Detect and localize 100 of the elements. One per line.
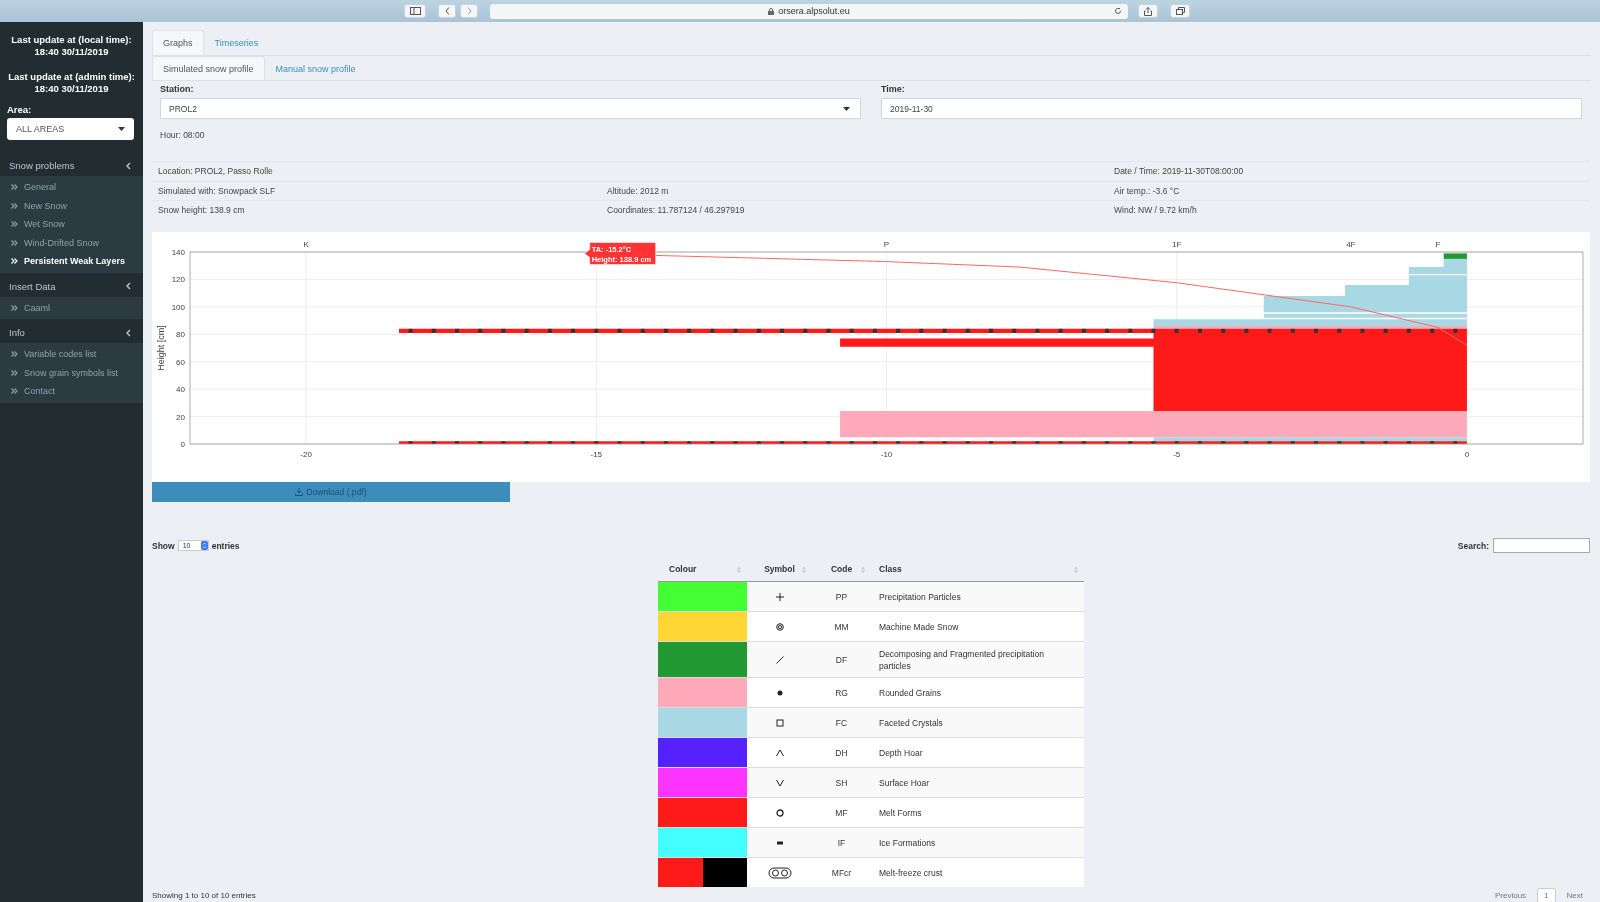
code-cell: MM <box>812 611 871 642</box>
info-text: Air temp.: -3.6 °C <box>1114 185 1181 196</box>
x-tick-label: -20 <box>300 449 312 459</box>
column-header[interactable]: Colour <box>658 557 747 582</box>
pagination-button[interactable]: Previous <box>1487 887 1534 902</box>
menu-item[interactable]: New Snow <box>0 196 143 215</box>
y-tick-label: 20 <box>176 412 185 422</box>
update-time: 18:40 30/11/2019 <box>34 83 109 95</box>
y-axis-title: Height [cm] <box>156 324 166 371</box>
hardness-label: F <box>1435 239 1441 249</box>
menu-section[interactable]: Info <box>0 322 143 343</box>
tooltip-background <box>584 241 656 265</box>
pagination-button[interactable]: 1 <box>1537 887 1556 902</box>
pagination-button[interactable]: Next <box>1559 887 1590 902</box>
class-cell: Machine Made Snow <box>871 611 1084 642</box>
area-select[interactable]: ALL AREAS <box>7 118 134 140</box>
hardness-label: K <box>303 239 309 249</box>
menu-item[interactable]: General <box>0 178 143 197</box>
y-tick-label: 120 <box>171 274 185 284</box>
tabs-button[interactable] <box>1170 4 1190 18</box>
double-chevron-icon <box>11 239 18 246</box>
code-cell: FC <box>812 707 871 738</box>
square-icon <box>774 717 785 728</box>
menu-item[interactable]: Contact <box>0 382 143 401</box>
code-cell: DH <box>812 737 871 768</box>
column-header[interactable]: Code <box>812 557 871 582</box>
code-cell: MF <box>812 797 871 828</box>
show-label: Show <box>152 540 175 551</box>
info-text: Simulated with: Snowpack SLF <box>158 185 277 196</box>
y-tick-label: 60 <box>176 357 185 367</box>
x-tick-label: -5 <box>1173 449 1181 459</box>
time-field[interactable]: 2019-11-30 <box>881 98 1582 119</box>
chevron-icon <box>126 328 131 337</box>
hour-text: Hour: 08:00 <box>159 129 206 142</box>
menu-item[interactable]: Persistent Weak Layers <box>0 252 143 271</box>
y-tick-label: 40 <box>176 384 185 394</box>
menu-item[interactable]: Variable codes list <box>0 345 143 364</box>
table-info: Showing 1 to 10 of 10 entries <box>152 890 256 900</box>
search-field[interactable] <box>1493 538 1590 553</box>
double-chevron-icon <box>11 304 18 311</box>
plus-icon <box>774 591 785 602</box>
sidebar-icon <box>409 7 421 15</box>
download-icon <box>295 487 304 496</box>
class-cell: Melt-freeze crust <box>871 857 1084 887</box>
column-header[interactable]: Symbol <box>747 557 812 582</box>
station-select[interactable]: PROL2 <box>160 98 861 119</box>
update-time: 18:40 30/11/2019 <box>34 46 109 58</box>
info-text: Coordinates: 11.787124 / 46.297919 <box>607 205 746 216</box>
class-cell: Depth Hoar <box>871 737 1084 768</box>
code-cell: DF <box>812 641 871 678</box>
class-cell: Surface Hoar <box>871 767 1084 798</box>
caret-icon <box>843 106 850 111</box>
hardness-label: 4F <box>1346 239 1356 249</box>
y-tick-label: 100 <box>171 302 185 312</box>
reload-icon <box>1114 7 1122 15</box>
double-chevron-icon <box>11 351 18 358</box>
info-text: Date / Time: 2019-11-30T08:00:00 <box>1114 166 1245 177</box>
menu-section[interactable]: Snow problems <box>0 155 143 176</box>
info-text: Location: PROL2, Passo Rolle <box>158 166 274 177</box>
double-chevron-icon <box>11 369 18 376</box>
menu-item[interactable]: Snow grain symbols list <box>0 363 143 382</box>
target-icon <box>774 621 785 632</box>
double-chevron-icon <box>11 221 18 228</box>
v-icon <box>774 777 785 788</box>
code-cell: IF <box>812 827 871 858</box>
class-cell: Faceted Crystals <box>871 707 1084 738</box>
station-label: Station: <box>160 84 195 94</box>
share-button[interactable] <box>1138 4 1158 18</box>
entries-label: entries <box>211 540 240 551</box>
tab[interactable]: Simulated snow profile <box>152 56 265 80</box>
chevron-icon <box>126 282 131 290</box>
x-tick-label: -10 <box>880 449 893 459</box>
column-header[interactable]: Class <box>871 557 1084 582</box>
menu-item[interactable]: Wind-Drifted Snow <box>0 233 143 252</box>
x-tick-label: 0 <box>1464 449 1470 459</box>
share-icon <box>1144 6 1152 16</box>
update-label: Last update at (admin time): <box>8 71 135 83</box>
class-cell: Precipitation Particles <box>871 581 1084 612</box>
menu-section[interactable]: Insert Data <box>0 275 143 297</box>
code-cell: SH <box>812 767 871 798</box>
hardness-label: P <box>883 239 890 249</box>
tab[interactable]: Graphs <box>152 30 204 55</box>
ring-icon <box>774 807 785 818</box>
info-text: Altitude: 2012 m <box>607 185 670 196</box>
info-text: Snow height: 138.9 cm <box>158 205 246 216</box>
back-button[interactable] <box>438 4 456 18</box>
chevron-icon <box>126 161 131 170</box>
sidebar-toggle-button[interactable] <box>404 4 426 18</box>
address-bar[interactable]: orsera.alpsolut.eu <box>490 3 1128 19</box>
update-label: Last update at (local time): <box>11 34 132 46</box>
forward-icon <box>466 7 472 15</box>
crust-swatch <box>702 858 747 887</box>
menu-item[interactable]: Caaml <box>0 298 143 317</box>
tabs-icon <box>1175 7 1185 15</box>
hardness-label: 1F <box>1172 239 1182 249</box>
x-tick-label: -15 <box>590 449 603 459</box>
y-tick-label: 80 <box>176 329 185 339</box>
double-chevron-icon <box>11 202 18 209</box>
menu-item[interactable]: Wet Snow <box>0 215 143 234</box>
double-chevron-icon <box>11 258 18 265</box>
